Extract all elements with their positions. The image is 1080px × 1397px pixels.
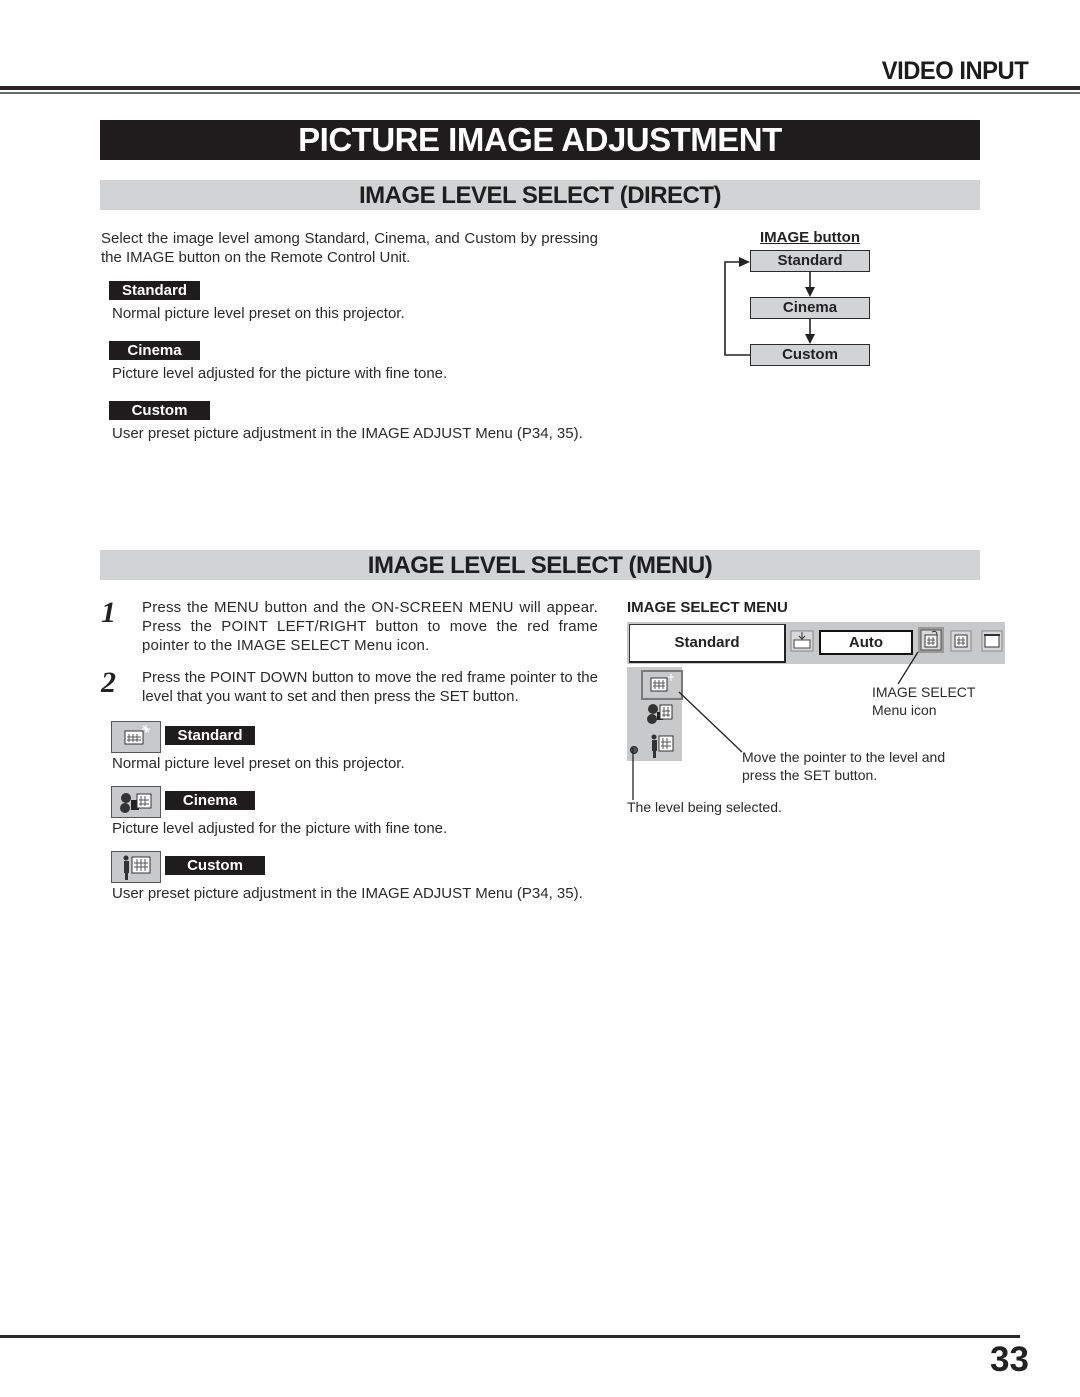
footer-rule bbox=[0, 1335, 1020, 1338]
callout-menu-icon-line1: IMAGE SELECT bbox=[872, 684, 976, 700]
callout-line-menu-icon bbox=[897, 651, 919, 685]
custom-person-icon bbox=[111, 851, 161, 883]
page-number: 33 bbox=[990, 1340, 1029, 1379]
callout-line-pointer bbox=[678, 691, 743, 753]
menu-tag-custom: Custom bbox=[165, 856, 265, 875]
callout-pointer-line1: Move the pointer to the level and bbox=[742, 749, 946, 765]
callout-selected-level: The level being selected. bbox=[627, 799, 782, 815]
callout-pointer-line2: press the SET button. bbox=[742, 767, 878, 783]
menu-desc-custom: User preset picture adjustment in the IM… bbox=[112, 885, 583, 902]
callout-menu-icon-line2: Menu icon bbox=[872, 702, 937, 718]
